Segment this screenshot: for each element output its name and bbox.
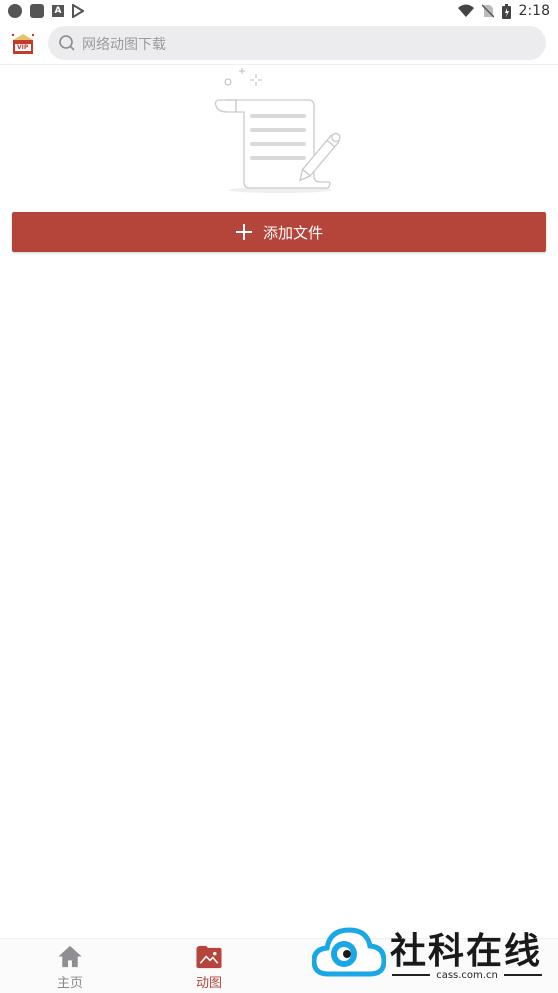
no-sim-icon — [481, 4, 494, 18]
watermark-title: 社科在线 — [390, 931, 543, 972]
status-time: 2:18 — [518, 3, 550, 19]
add-file-button[interactable]: 添加文件 — [12, 212, 546, 252]
nav-label-home: 主页 — [56, 976, 83, 991]
notification-dot-icon — [8, 4, 22, 18]
vip-logo[interactable]: VIP — [10, 32, 36, 56]
watermark: 社科在线 cass.com.cn — [308, 920, 548, 986]
header: VIP 网络动图下载 — [0, 24, 558, 64]
vip-logo-text: VIP — [17, 44, 29, 51]
status-bar-left-icons: A — [8, 4, 84, 18]
status-bar-right: 2:18 — [457, 3, 550, 19]
home-icon — [58, 945, 82, 968]
watermark-line-right — [503, 974, 543, 976]
nav-label-gif: 动图 — [195, 976, 222, 991]
nav-item-gif[interactable]: 动图 — [179, 943, 239, 991]
empty-document-illustration — [214, 68, 341, 193]
watermark-line-left — [392, 974, 431, 976]
wifi-icon — [457, 4, 474, 17]
gif-gallery-icon — [196, 945, 222, 969]
app-square-icon — [30, 4, 44, 18]
search-input[interactable]: 网络动图下载 — [82, 34, 166, 54]
play-store-icon — [72, 4, 84, 18]
watermark-url-row: cass.com.cn — [392, 968, 543, 982]
battery-icon — [501, 3, 511, 19]
search-icon — [59, 35, 75, 51]
search-box[interactable]: 网络动图下载 — [48, 26, 546, 60]
status-bar: A 2:18 — [0, 0, 558, 24]
font-a-icon: A — [52, 5, 64, 17]
plus-icon — [235, 224, 252, 240]
add-file-label: 添加文件 — [262, 223, 323, 242]
watermark-url: cass.com.cn — [436, 969, 498, 981]
nav-item-home[interactable]: 主页 — [40, 943, 100, 991]
cloud-logo-icon — [312, 927, 386, 977]
header-divider — [0, 64, 558, 65]
